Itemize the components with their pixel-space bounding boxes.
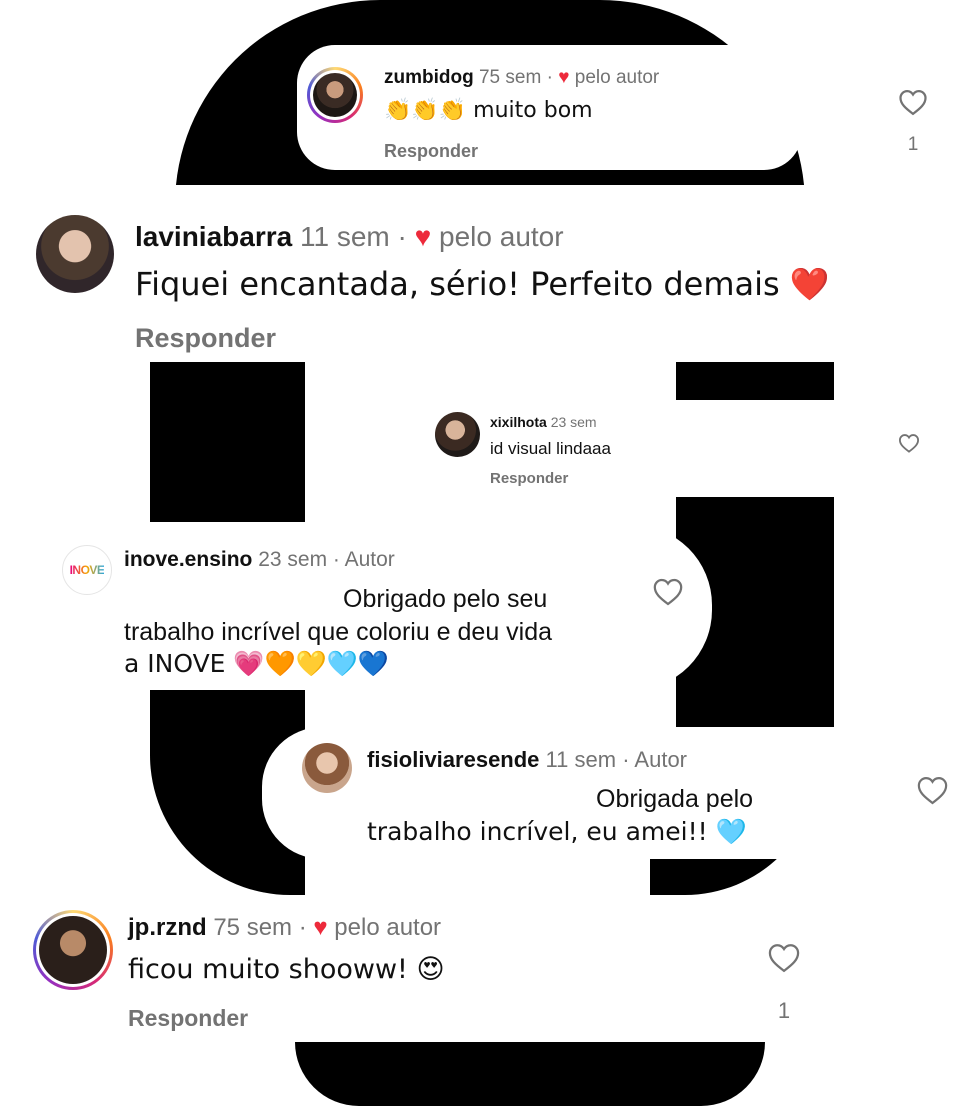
comment-zumbidog: zumbidog 75 sem · ♥ pelo autor 👏👏👏 muito… (297, 45, 802, 170)
comment-laviniabarra: laviniabarra 11 sem · ♥ pelo autor Fique… (0, 185, 971, 360)
comment-text-line-1: Obrigado pelo seu (343, 585, 548, 613)
background-shape-bottom (295, 1042, 765, 1106)
timestamp: 75 sem (213, 914, 293, 941)
author-like-badge: pelo autor (334, 914, 442, 941)
heart-filled-icon: ♥ (313, 914, 328, 941)
comment-jp-rznd: jp.rznd 75 sem · ♥ pelo autor ficou muit… (0, 895, 971, 1042)
heart-outline-icon[interactable] (898, 433, 920, 458)
timestamp: 23 sem (550, 414, 597, 430)
reply-button[interactable]: Responder (490, 470, 568, 487)
comment-inove-ensino: INOVE inove.ensino 23 sem · Autor Obriga… (40, 525, 712, 690)
heart-outline-icon[interactable] (652, 577, 684, 611)
comment-xixilhota: xixilhota 23 sem id visual lindaaa Respo… (305, 400, 676, 497)
username[interactable]: fisioliviaresende (367, 747, 539, 772)
timestamp: 75 sem (478, 67, 542, 88)
comment-text: id visual lindaaa (490, 439, 611, 458)
avatar (39, 916, 107, 984)
inove-logo[interactable]: INOVE (62, 545, 112, 595)
avatar[interactable] (36, 215, 114, 293)
timestamp: 11 sem (545, 747, 617, 772)
timestamp: 23 sem (258, 548, 328, 571)
separator: · (298, 914, 307, 941)
author-like-badge: pelo autor (439, 221, 564, 252)
heart-outline-icon[interactable] (916, 775, 949, 810)
timestamp: 11 sem (299, 221, 390, 252)
comment-text-line-3: a INOVE 💗🧡💛🩵💙 (124, 649, 390, 678)
like-count: 1 (777, 998, 791, 1023)
heart-filled-icon: ♥ (414, 221, 432, 252)
comment-text: ficou muito shooww! 😍 (128, 954, 445, 985)
heart-filled-icon: ♥ (558, 67, 570, 88)
separator: · (622, 747, 630, 772)
reply-button[interactable]: Responder (128, 1005, 248, 1032)
background-shape-left-square (150, 362, 305, 522)
avatar[interactable] (302, 743, 352, 793)
background-shape-right-bar (676, 362, 834, 400)
separator: · (546, 67, 553, 88)
separator: · (332, 548, 340, 571)
username[interactable]: jp.rznd (128, 914, 207, 941)
avatar-story-ring[interactable] (307, 67, 363, 123)
like-count: 1 (907, 134, 919, 155)
reply-button[interactable]: Responder (135, 323, 276, 354)
author-like-badge: pelo autor (574, 67, 660, 88)
username[interactable]: zumbidog (384, 67, 474, 88)
comment-text-line-2: trabalho incrível, eu amei!! 🩵 (367, 817, 747, 846)
comment-text-line-1: Obrigada pelo (596, 785, 754, 813)
comment-text-line-2: trabalho incrível que coloriu e deu vida (124, 618, 553, 646)
comment-text: Fiquei encantada, sério! Perfeito demais… (135, 265, 830, 303)
comment-text: 👏👏👏 muito bom (384, 98, 593, 123)
inove-logo-text: INOVE (69, 563, 105, 577)
author-badge: Autor (344, 548, 395, 571)
reply-button[interactable]: Responder (384, 141, 478, 162)
avatar-story-ring[interactable] (33, 910, 113, 990)
username[interactable]: laviniabarra (135, 221, 292, 252)
avatar (313, 73, 357, 117)
heart-outline-icon[interactable] (767, 942, 801, 978)
comment-fisioliviaresende: fisioliviaresende 11 sem · Autor Obrigad… (262, 727, 820, 859)
author-badge: Autor (634, 747, 688, 772)
username[interactable]: inove.ensino (124, 548, 252, 571)
avatar[interactable] (435, 412, 480, 457)
separator: · (397, 221, 407, 252)
heart-outline-icon[interactable] (898, 88, 928, 121)
username[interactable]: xixilhota (490, 414, 547, 430)
